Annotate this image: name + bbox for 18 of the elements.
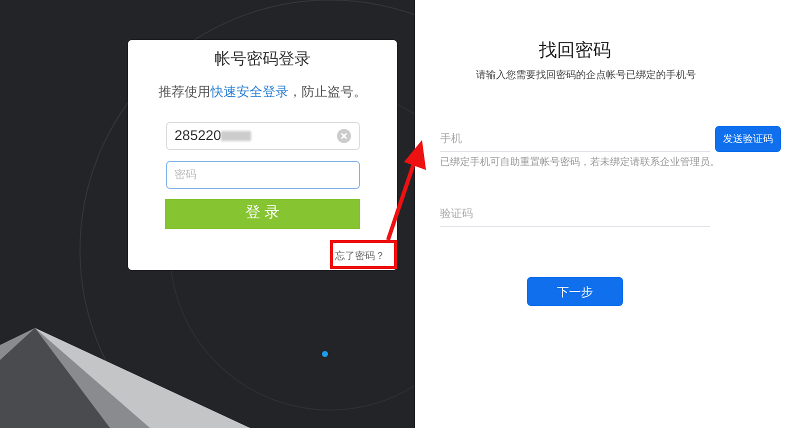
next-button[interactable]: 下一步: [527, 277, 623, 306]
highlight-frame: [330, 240, 397, 269]
page-subtitle: 请输入您需要找回密码的企点帐号已绑定的手机号: [476, 68, 697, 83]
username-value: 285220: [174, 126, 222, 145]
password-field[interactable]: 密码: [166, 160, 360, 188]
quick-login-link[interactable]: 快速安全登录: [210, 84, 288, 99]
phone-hint: 已绑定手机可自助重置帐号密码，若未绑定请联系企业管理员。: [440, 156, 721, 170]
redacted-block: [221, 130, 252, 140]
card-title: 帐号密码登录: [214, 50, 310, 70]
dot-icon: [322, 351, 328, 357]
username-field[interactable]: 285220: [166, 122, 360, 150]
forgot-password-link[interactable]: 忘了密码？: [335, 249, 385, 264]
send-code-button[interactable]: 发送验证码: [715, 126, 781, 152]
card-subtitle: 推荐使用快速安全登录，防止盗号。: [158, 83, 366, 101]
clear-icon[interactable]: [336, 128, 350, 142]
phone-field[interactable]: 手机: [440, 126, 710, 152]
page-title: 找回密码: [539, 39, 612, 62]
code-field[interactable]: 验证码: [440, 201, 710, 227]
